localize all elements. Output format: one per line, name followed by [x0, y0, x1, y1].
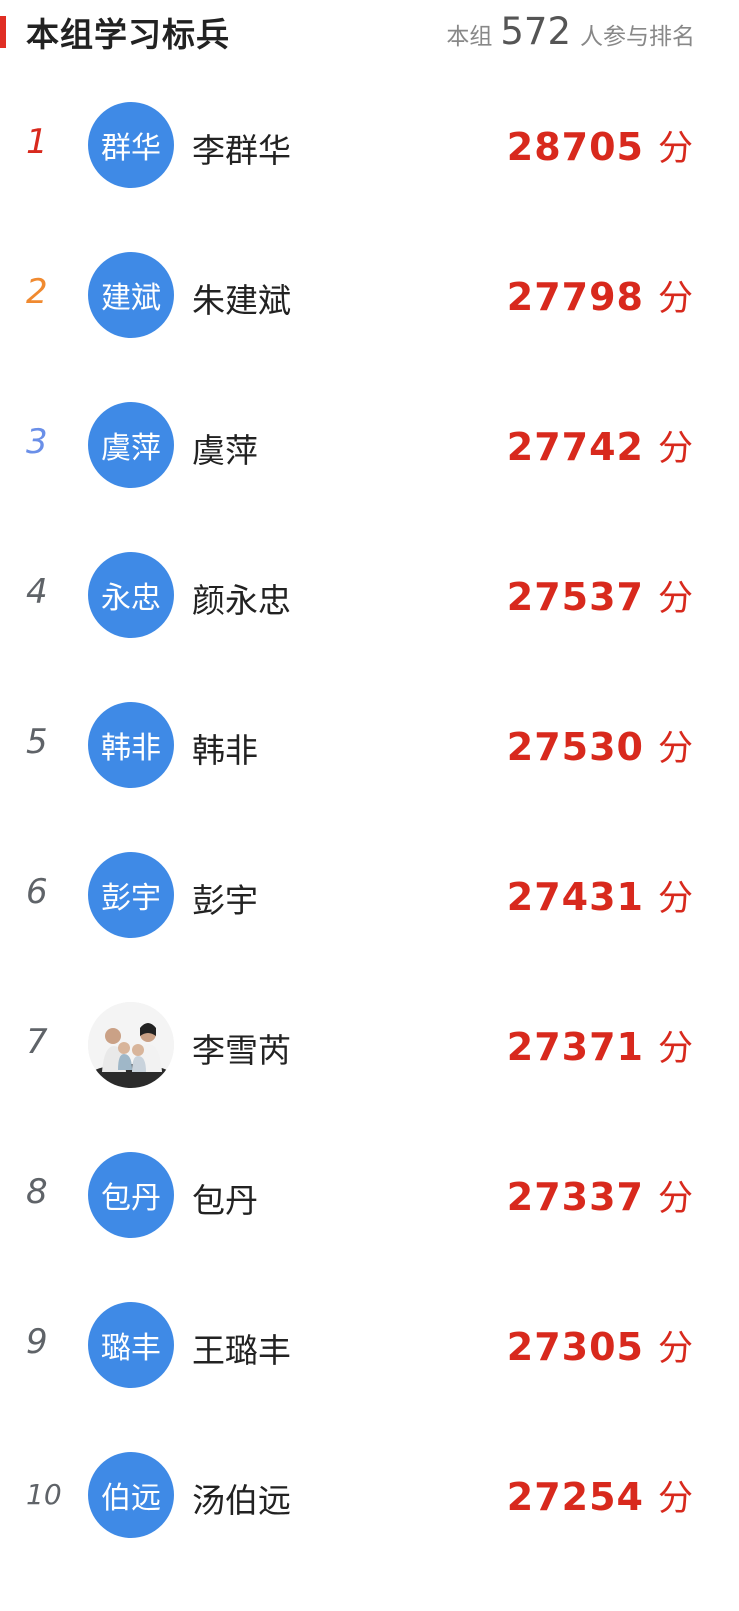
- member-name: 王璐丰: [192, 1331, 291, 1370]
- score-value: 27530: [506, 725, 644, 769]
- score-group: 27798 分: [507, 270, 693, 321]
- score-group: 27305 分: [507, 1320, 693, 1371]
- score-value: 27254: [506, 1475, 644, 1519]
- ranking-row[interactable]: 4 永忠 颜永忠 27537 分: [0, 520, 739, 670]
- score-unit: 分: [657, 429, 693, 469]
- rank-number: 5: [26, 722, 48, 762]
- score-value: 27742: [506, 425, 644, 469]
- score-value: 28705: [506, 125, 644, 169]
- rank-number: 6: [26, 872, 48, 912]
- ranking-list: 1 群华 李群华 28705 分 2 建斌 朱建斌 27798 分 3 虞萍 虞萍 27742 分 4 永忠 颜永…: [0, 70, 739, 1570]
- score-unit: 分: [657, 129, 693, 169]
- avatar[interactable]: 虞萍: [88, 402, 174, 488]
- ranking-row[interactable]: 6 彭宇 彭宇 27431 分: [0, 820, 739, 970]
- score-group: 27254 分: [507, 1470, 693, 1521]
- page-title: 本组学习标兵: [26, 15, 230, 54]
- rank-number: 10: [26, 1478, 62, 1511]
- ranking-row[interactable]: 7 李雪芮 27371 分: [0, 970, 739, 1120]
- score-value: 27371: [506, 1025, 644, 1069]
- ranking-row[interactable]: 9 璐丰 王璐丰 27305 分: [0, 1270, 739, 1420]
- member-name: 彭宇: [192, 881, 258, 920]
- participant-suffix: 人参与排名: [580, 24, 695, 50]
- member-name: 韩非: [192, 731, 258, 770]
- score-group: 27537 分: [507, 570, 693, 621]
- score-unit: 分: [657, 879, 693, 919]
- ranking-row[interactable]: 2 建斌 朱建斌 27798 分: [0, 220, 739, 370]
- member-name: 包丹: [192, 1181, 258, 1220]
- rank-number: 9: [26, 1322, 48, 1362]
- score-group: 27337 分: [507, 1170, 693, 1221]
- score-unit: 分: [657, 279, 693, 319]
- participant-summary: 本组 572 人参与排名: [446, 10, 695, 53]
- score-unit: 分: [657, 1179, 693, 1219]
- score-value: 27337: [506, 1175, 644, 1219]
- member-name: 李群华: [192, 131, 291, 170]
- participant-count: 572: [500, 10, 571, 53]
- avatar[interactable]: 璐丰: [88, 1302, 174, 1388]
- score-group: 27742 分: [507, 420, 693, 471]
- rank-number: 4: [26, 572, 48, 612]
- member-name: 汤伯远: [192, 1481, 291, 1520]
- score-unit: 分: [657, 1479, 693, 1519]
- member-name: 颜永忠: [192, 581, 291, 620]
- family-photo-icon-graphic: [88, 1002, 174, 1088]
- score-value: 27537: [506, 575, 644, 619]
- avatar[interactable]: 建斌: [88, 252, 174, 338]
- rank-number: 3: [26, 422, 48, 462]
- rank-number: 1: [26, 122, 48, 162]
- avatar[interactable]: 包丹: [88, 1152, 174, 1238]
- score-value: 27798: [506, 275, 644, 319]
- score-group: 27371 分: [507, 1020, 693, 1071]
- score-unit: 分: [657, 1329, 693, 1369]
- ranking-row[interactable]: 5 韩非 韩非 27530 分: [0, 670, 739, 820]
- score-unit: 分: [657, 1029, 693, 1069]
- header-accent-bar: [0, 16, 6, 48]
- member-name: 朱建斌: [192, 281, 291, 320]
- score-value: 27305: [506, 1325, 644, 1369]
- family-photo-icon[interactable]: [88, 1002, 174, 1088]
- avatar[interactable]: 彭宇: [88, 852, 174, 938]
- avatar[interactable]: 韩非: [88, 702, 174, 788]
- score-group: 28705 分: [507, 120, 693, 171]
- avatar[interactable]: 群华: [88, 102, 174, 188]
- ranking-row[interactable]: 10 伯远 汤伯远 27254 分: [0, 1420, 739, 1570]
- rank-number: 8: [26, 1172, 48, 1212]
- member-name: 李雪芮: [192, 1031, 291, 1070]
- rank-number: 7: [26, 1022, 48, 1062]
- participant-prefix: 本组: [446, 24, 493, 50]
- score-unit: 分: [657, 579, 693, 619]
- rank-number: 2: [26, 272, 48, 312]
- ranking-row[interactable]: 3 虞萍 虞萍 27742 分: [0, 370, 739, 520]
- ranking-row[interactable]: 1 群华 李群华 28705 分: [0, 70, 739, 220]
- leaderboard-header: 本组学习标兵 本组 572 人参与排名: [0, 0, 739, 70]
- ranking-row[interactable]: 8 包丹 包丹 27337 分: [0, 1120, 739, 1270]
- score-unit: 分: [657, 729, 693, 769]
- score-group: 27530 分: [507, 720, 693, 771]
- member-name: 虞萍: [192, 431, 258, 470]
- score-group: 27431 分: [507, 870, 693, 921]
- score-value: 27431: [506, 875, 644, 919]
- avatar[interactable]: 永忠: [88, 552, 174, 638]
- avatar[interactable]: 伯远: [88, 1452, 174, 1538]
